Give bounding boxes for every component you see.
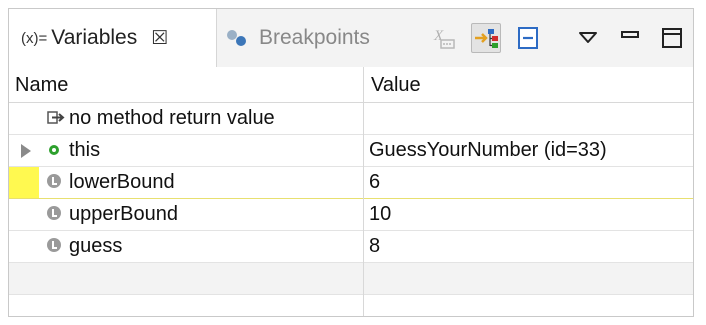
table-row[interactable]: no method return value — [9, 103, 693, 135]
collapse-all-button[interactable] — [513, 23, 543, 53]
minimize-icon — [621, 31, 639, 38]
view-menu-button[interactable] — [573, 23, 603, 53]
tab-variables[interactable]: (x)= Variables ☒ — [9, 9, 217, 67]
breakpoints-icon — [225, 28, 251, 48]
variable-value: GuessYourNumber (id=33) — [369, 139, 607, 161]
table-row — [9, 295, 693, 316]
table-row[interactable]: this GuessYourNumber (id=33) — [9, 135, 693, 167]
column-header-value[interactable]: Value — [371, 74, 421, 97]
maximize-button[interactable] — [657, 23, 687, 53]
field-icon — [47, 142, 59, 155]
variable-name: upperBound — [69, 203, 178, 225]
show-type-names-icon: X — [433, 28, 455, 49]
tab-breakpoints-label: Breakpoints — [259, 26, 370, 49]
variables-view: (x)= Variables ☒ Breakpoints X Name Valu… — [8, 8, 694, 317]
variable-name: this — [69, 139, 101, 161]
variable-name: no method return value — [69, 107, 275, 129]
expand-arrow-icon[interactable] — [21, 144, 31, 158]
tab-variables-label: Variables — [51, 26, 138, 49]
close-tab-icon[interactable]: ☒ — [151, 27, 168, 50]
table-row — [9, 263, 693, 295]
variable-name: lowerBound — [69, 171, 175, 193]
maximize-icon — [662, 28, 682, 48]
return-value-icon — [47, 110, 65, 131]
tab-breakpoints[interactable]: Breakpoints — [219, 9, 397, 67]
view-toolbar: X — [429, 19, 687, 57]
column-divider[interactable] — [363, 67, 364, 316]
table-header: Name Value — [9, 67, 693, 103]
local-variable-icon — [47, 238, 61, 252]
table-row[interactable]: lowerBound 6 — [9, 167, 693, 199]
variables-table: Name Value no method return value this G… — [9, 67, 693, 316]
column-header-name[interactable]: Name — [15, 74, 68, 97]
show-type-names-button[interactable]: X — [429, 23, 459, 53]
variable-value: 10 — [369, 203, 392, 225]
local-variable-icon — [47, 206, 61, 220]
local-variable-icon — [47, 174, 61, 188]
tab-bar: (x)= Variables ☒ Breakpoints X — [9, 9, 693, 67]
collapse-all-icon — [518, 27, 538, 49]
variable-value: 6 — [369, 171, 381, 193]
variables-tab-icon: (x)= — [21, 29, 48, 47]
table-row[interactable]: guess 8 — [9, 231, 693, 263]
table-row[interactable]: upperBound 10 — [9, 199, 693, 231]
variable-value: 8 — [369, 235, 381, 257]
variable-name: guess — [69, 235, 123, 257]
view-menu-icon — [579, 32, 597, 43]
show-logical-structure-button[interactable] — [471, 23, 501, 53]
svg-text:X: X — [433, 28, 444, 44]
show-logical-structure-icon — [475, 29, 498, 48]
minimize-button[interactable] — [615, 23, 645, 53]
changed-value-marker — [9, 167, 39, 198]
